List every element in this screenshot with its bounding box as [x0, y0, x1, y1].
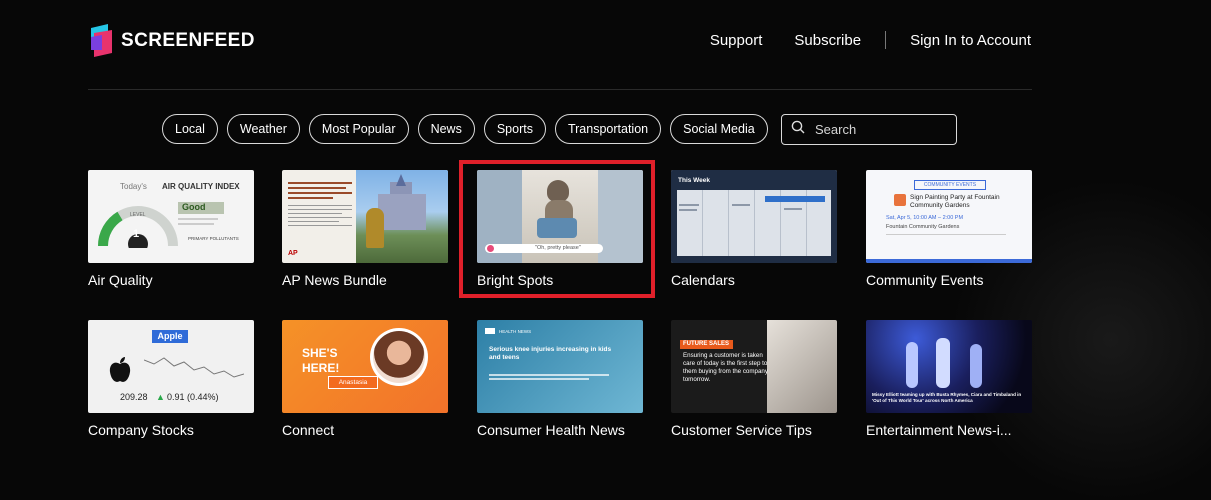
- filter-transportation[interactable]: Transportation: [554, 114, 662, 144]
- service-photo: [767, 320, 837, 413]
- stock-change: 0.91 (0.44%): [167, 392, 219, 402]
- search-input[interactable]: [813, 121, 947, 138]
- bright-spots-caption: "Oh, pretty please": [535, 245, 581, 251]
- tile-community-events[interactable]: COMMUNITY EVENTS Sign Painting Party at …: [866, 170, 1032, 288]
- sign-in-link[interactable]: Sign In to Account: [910, 32, 1031, 49]
- filter-most-popular[interactable]: Most Popular: [308, 114, 409, 144]
- filter-social-media[interactable]: Social Media: [670, 114, 768, 144]
- castle-photo: [356, 170, 448, 263]
- stock-company-badge: Apple: [152, 330, 188, 343]
- tile-consumer-health-news[interactable]: HEALTH NEWS Serious knee injuries increa…: [477, 320, 643, 438]
- aq-level-label: LEVEL: [130, 212, 146, 218]
- connect-name-tag: Anastasia: [328, 376, 378, 389]
- tile-label: Air Quality: [88, 272, 153, 288]
- customer-service-tip: Ensuring a customer is taken care of tod…: [683, 352, 768, 384]
- tile-bright-spots[interactable]: "Oh, pretty please" Bright Spots: [477, 170, 643, 288]
- top-nav: Support Subscribe Sign In to Account: [710, 31, 1031, 49]
- aq-index-title: AIR QUALITY INDEX: [162, 182, 240, 191]
- connect-headline-1: SHE'S: [302, 346, 338, 360]
- tile-label: Bright Spots: [477, 272, 554, 288]
- community-events-date: Sat, Apr 5, 10:00 AM – 2:00 PM: [886, 215, 964, 221]
- air-quality-thumbnail: Today's AIR QUALITY INDEX 1 LEVEL Good P…: [88, 170, 254, 263]
- entertainment-caption: Missy Elliott teaming up with Busta Rhym…: [872, 392, 1022, 403]
- header-divider: [88, 89, 1032, 90]
- customer-service-thumbnail: FUTURE SALES Ensuring a customer is take…: [671, 320, 837, 413]
- nav-separator: [885, 31, 887, 49]
- community-events-place: Fountain Community Gardens: [886, 224, 960, 230]
- stock-price: 209.28: [120, 392, 148, 402]
- community-events-thumbnail: COMMUNITY EVENTS Sign Painting Party at …: [866, 170, 1032, 263]
- tile-connect[interactable]: SHE'S HERE! Anastasia Connect: [282, 320, 448, 438]
- caption-bar: "Oh, pretty please": [485, 244, 603, 253]
- search-box[interactable]: [781, 114, 957, 145]
- community-events-title: Sign Painting Party at Fountain Communit…: [910, 194, 1000, 209]
- tile-label: Calendars: [671, 272, 735, 288]
- filter-news[interactable]: News: [417, 114, 475, 144]
- community-events-tag: COMMUNITY EVENTS: [914, 180, 986, 190]
- tile-calendars[interactable]: This Week Calendars: [671, 170, 837, 288]
- tile-label: Consumer Health News: [477, 422, 625, 438]
- connect-headline-2: HERE!: [302, 361, 340, 375]
- entertainment-thumbnail: Missy Elliott teaming up with Busta Rhym…: [866, 320, 1032, 413]
- tile-label: AP News Bundle: [282, 272, 387, 288]
- future-sales-tag: FUTURE SALES: [680, 340, 733, 349]
- tile-label: Community Events: [866, 272, 984, 288]
- logo-icon: [88, 24, 114, 58]
- search-icon: [791, 120, 805, 139]
- tile-label: Company Stocks: [88, 422, 194, 438]
- connect-thumbnail: SHE'S HERE! Anastasia: [282, 320, 448, 413]
- tile-entertainment-news[interactable]: Missy Elliott teaming up with Busta Rhym…: [866, 320, 1032, 438]
- aq-heading: Today's: [120, 182, 147, 191]
- tile-customer-service-tips[interactable]: FUTURE SALES Ensuring a customer is take…: [671, 320, 837, 438]
- tile-company-stocks[interactable]: Apple 209.28 ▲ 0.91 (0.44%) Company Stoc…: [88, 320, 254, 438]
- aq-pollutants: PRIMARY POLLUTANTS: [188, 236, 239, 241]
- tile-label: Entertainment News-i...: [866, 422, 1012, 438]
- brand-name: SCREENFEED: [121, 30, 255, 51]
- health-news-tag: HEALTH NEWS: [499, 329, 532, 334]
- stock-sparkline: [144, 357, 244, 378]
- support-link[interactable]: Support: [710, 32, 763, 49]
- filter-weather[interactable]: Weather: [226, 114, 300, 144]
- calendar-grid: [677, 190, 831, 256]
- tile-air-quality[interactable]: Today's AIR QUALITY INDEX 1 LEVEL Good P…: [88, 170, 254, 288]
- tile-ap-news-bundle[interactable]: AP AP News Bundle: [282, 170, 448, 288]
- apple-logo-icon: [109, 357, 131, 382]
- calendars-title: This Week: [678, 177, 711, 184]
- consumer-health-thumbnail: HEALTH NEWS Serious knee injuries increa…: [477, 320, 643, 413]
- filter-sports[interactable]: Sports: [483, 114, 546, 144]
- health-headline: Serious knee injuries increasing in kids…: [489, 346, 612, 361]
- subscribe-link[interactable]: Subscribe: [794, 32, 861, 49]
- company-stocks-thumbnail: Apple 209.28 ▲ 0.91 (0.44%): [88, 320, 254, 413]
- aq-status-badge: Good: [178, 202, 224, 214]
- filter-local[interactable]: Local: [162, 114, 218, 144]
- ap-article-lines: [288, 182, 352, 229]
- up-arrow-icon: ▲: [156, 392, 165, 402]
- tile-label: Customer Service Tips: [671, 422, 812, 438]
- category-filters: Local Weather Most Popular News Sports T…: [162, 114, 768, 144]
- calendars-thumbnail: This Week: [671, 170, 837, 263]
- bright-spots-thumbnail: "Oh, pretty please": [477, 170, 643, 263]
- ap-news-thumbnail: AP: [282, 170, 448, 263]
- person-avatar: [373, 331, 425, 383]
- tile-label: Connect: [282, 422, 335, 438]
- aq-level-value: 1: [133, 228, 140, 240]
- screenfeed-logo[interactable]: SCREENFEED: [88, 24, 255, 58]
- ap-badge: AP: [288, 250, 298, 257]
